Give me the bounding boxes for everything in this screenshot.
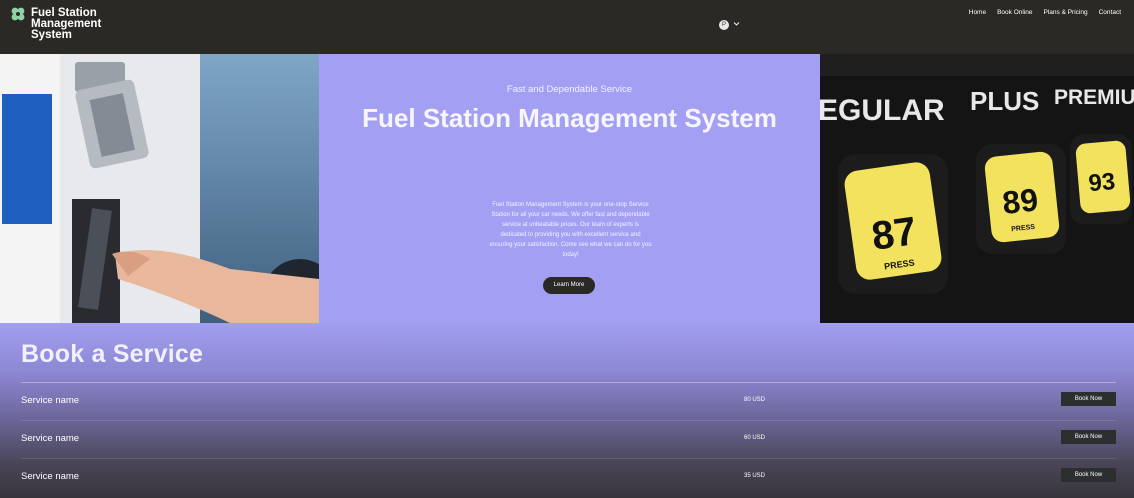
service-name[interactable]: Service name (21, 471, 79, 482)
user-avatar[interactable]: P (719, 20, 729, 30)
hero-tagline: Fast and Dependable Service (506, 84, 633, 95)
pump-label-regular: EGULAR (820, 94, 945, 127)
service-price: 80 USD (744, 397, 766, 403)
nav-plans-pricing[interactable]: Plans & Pricing (1044, 9, 1088, 16)
service-name[interactable]: Service name (21, 395, 79, 406)
site-header: Fuel Station Management System P Home Bo… (0, 0, 1134, 54)
book-now-button[interactable]: Book Now (1061, 468, 1116, 482)
learn-more-button[interactable]: Learn More (543, 277, 595, 294)
hero-content: Fast and Dependable Service Fuel Station… (319, 54, 820, 323)
nav-contact[interactable]: Contact (1099, 9, 1121, 16)
book-service-title: Book a Service (21, 340, 204, 368)
main-nav: Home Book Online Plans & Pricing Contact (969, 9, 1121, 16)
chevron-down-icon[interactable] (733, 20, 740, 28)
site-title[interactable]: Fuel Station Management System (31, 7, 121, 41)
octane-87: 87 (869, 209, 919, 259)
service-price: 35 USD (744, 473, 766, 479)
service-name[interactable]: Service name (21, 433, 79, 444)
hero-title-text: Fuel Station Management System (362, 103, 777, 133)
fuel-grade-image: EGULAR PLUS PREMIUM 87 89 93 PRESS PRESS (820, 54, 1134, 323)
pump-label-premium: PREMIUM (1054, 86, 1134, 109)
hero-description: Fuel Station Management System is your o… (489, 202, 652, 258)
pump-label-plus: PLUS (970, 86, 1039, 116)
book-now-button[interactable]: Book Now (1061, 430, 1116, 444)
card-payment-image (0, 54, 319, 323)
clover-logo-icon[interactable] (11, 7, 25, 21)
book-now-button[interactable]: Book Now (1061, 392, 1116, 406)
service-row: Service name 80 USD Book Now (21, 383, 1116, 421)
service-row: Service name 35 USD Book Now (21, 459, 1116, 497)
hero-title: Fuel Station Management System (319, 103, 820, 133)
nav-book-online[interactable]: Book Online (997, 9, 1032, 16)
service-price: 60 USD (744, 435, 766, 441)
service-row: Service name 60 USD Book Now (21, 421, 1116, 459)
octane-89: 89 (1001, 181, 1040, 221)
octane-93: 93 (1087, 168, 1116, 197)
nav-home[interactable]: Home (969, 9, 986, 16)
book-service-section: Book a Service Service name 80 USD Book … (0, 323, 1134, 498)
hero-section: Fast and Dependable Service Fuel Station… (0, 54, 1134, 323)
